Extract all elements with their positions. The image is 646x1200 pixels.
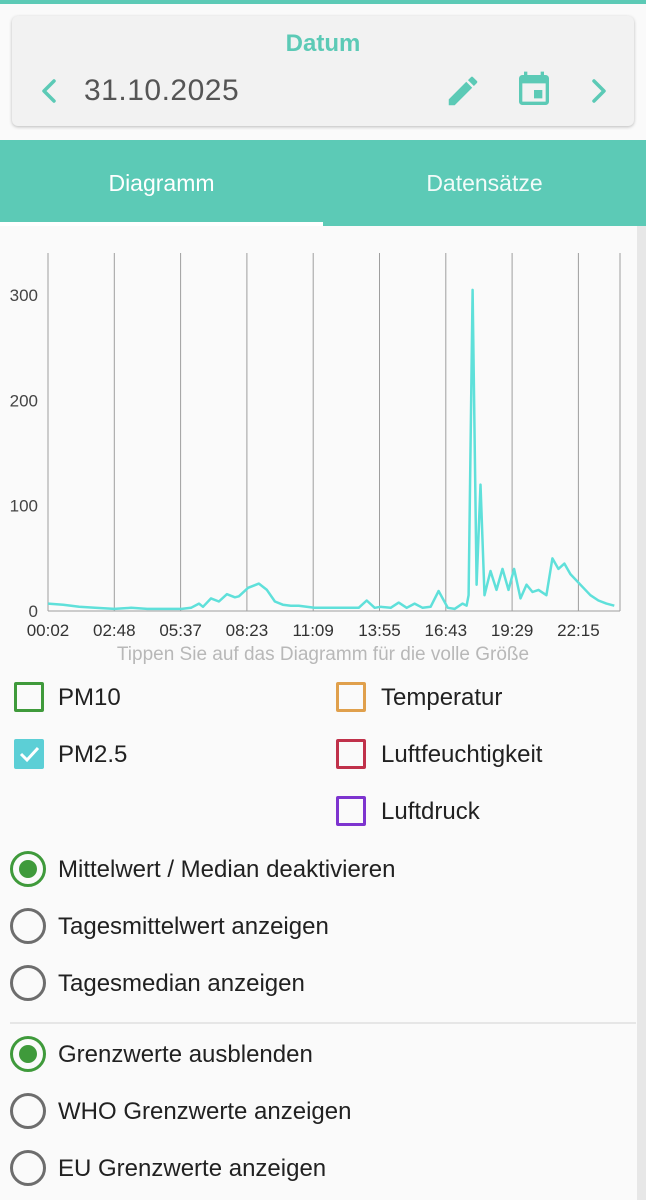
radio-eu-limits-label: EU Grenzwerte anzeigen [58,1155,327,1182]
luftdruck-checkbox[interactable] [336,796,366,826]
y-tick-label: 100 [10,497,38,516]
chevron-left-icon[interactable] [38,78,60,104]
luftfeuchtigkeit-label: Luftfeuchtigkeit [381,741,543,768]
x-tick-label: 08:23 [226,621,269,640]
x-tick-label: 02:48 [93,621,136,640]
radio-disable-mean-median-label: Mittelwert / Median deaktivieren [58,856,396,883]
luftfeuchtigkeit-checkbox[interactable] [336,739,366,769]
tab-bar: Diagramm Datensätze [0,140,646,226]
temperatur-label: Temperatur [381,684,503,711]
tab-datensaetze[interactable]: Datensätze [323,140,646,226]
radio-daily-mean-label: Tagesmittelwert anzeigen [58,913,329,940]
radio-eu-limits[interactable] [10,1150,46,1186]
y-tick-label: 200 [10,391,38,410]
radio-daily-median[interactable] [10,965,46,1001]
radio-who-limits-label: WHO Grenzwerte anzeigen [58,1098,352,1125]
temperatur-checkbox[interactable] [336,682,366,712]
pencil-icon[interactable] [444,72,482,110]
y-tick-label: 0 [29,602,38,621]
pm-line-chart[interactable]: 0 100 200 300 00:02 02:48 05:37 08:23 11:09 13:55… [0,240,630,660]
x-tick-label: 11:09 [293,621,334,640]
pm10-checkbox[interactable] [14,682,44,712]
date-title: Datum [285,30,361,57]
x-tick-label: 13:55 [358,621,401,640]
scrollbar-track[interactable] [637,226,646,1200]
x-tick-label: 05:37 [159,621,202,640]
pm25-series-line [47,288,615,611]
radio-daily-mean[interactable] [10,908,46,944]
chart-hint: Tippen Sie auf das Diagramm für die voll… [116,644,530,665]
radio-hide-limits[interactable] [10,1036,46,1072]
x-tick-label: 00:02 [27,621,70,640]
radio-hide-limits-label: Grenzwerte ausblenden [58,1041,313,1068]
x-tick-label: 19:29 [491,621,534,640]
checkmark-icon [19,746,40,763]
radio-who-limits[interactable] [10,1093,46,1129]
x-tick-label: 16:43 [425,621,468,640]
date-value[interactable]: 31.10.2025 [84,74,239,108]
radio-disable-mean-median[interactable] [10,851,46,887]
pm25-label: PM2.5 [58,741,128,768]
tab-diagramm[interactable]: Diagramm [0,140,323,226]
pm25-checkbox[interactable] [14,739,44,769]
pm10-label: PM10 [58,684,121,711]
luftdruck-label: Luftdruck [381,798,480,825]
x-tick-label: 22:15 [557,621,600,640]
top-accent-line [0,0,646,4]
y-tick-label: 300 [10,286,38,305]
calendar-icon[interactable] [514,70,554,110]
date-card: Datum 31.10.2025 [12,16,634,126]
radio-daily-median-label: Tagesmedian anzeigen [58,970,305,997]
section-divider [10,1022,636,1024]
chevron-right-icon[interactable] [588,78,610,104]
